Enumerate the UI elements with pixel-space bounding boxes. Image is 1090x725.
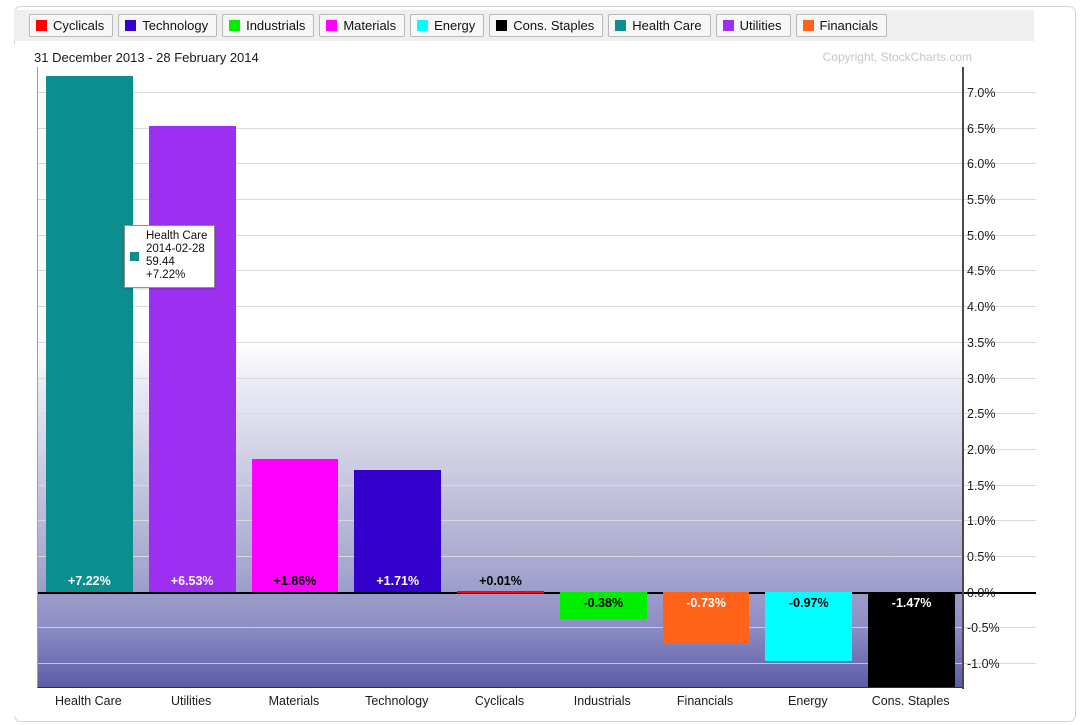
x-axis-label: Financials [676, 694, 734, 708]
y-axis-tick-label: 1.5% [967, 478, 996, 493]
y-axis-tick-label: 5.5% [967, 193, 996, 208]
color-swatch-icon [722, 20, 734, 31]
legend-item-energy[interactable]: Energy [410, 14, 485, 37]
x-axis-label: Health Care [55, 694, 122, 708]
legend-item-label: Cons. Staples [513, 18, 595, 33]
bar-value-label: -0.38% [583, 595, 624, 610]
bar-value-label: +1.86% [273, 573, 317, 588]
chart-title: 31 December 2013 - 28 February 2014 [34, 50, 259, 65]
color-swatch-icon [36, 20, 47, 31]
y-axis-tick-label: -1.0% [967, 657, 1000, 672]
gridline [38, 91, 962, 93]
chart-copyright: Copyright, StockCharts.com [822, 50, 972, 64]
color-swatch-icon [417, 20, 429, 31]
bar-value-label: -0.97% [789, 595, 829, 610]
x-axis-label: Materials [268, 694, 320, 708]
y-axis-tick-label: 6.5% [967, 121, 996, 136]
legend-item-financials[interactable]: Financials [795, 14, 888, 37]
color-swatch-icon [125, 20, 137, 31]
y-axis-tick-label: 0.0% [967, 585, 996, 600]
tooltip-value: 59.44 [146, 256, 175, 268]
y-axis-tick-label: 3.5% [967, 335, 996, 350]
bar-value-label: +6.53% [170, 573, 214, 588]
y-axis-tick-label: 6.0% [967, 157, 996, 172]
color-swatch-icon [326, 20, 338, 31]
y-axis-tick-label: 3.0% [967, 371, 996, 386]
x-axis-label: Cons. Staples [871, 694, 950, 708]
bar-value-label: -0.73% [686, 595, 726, 610]
y-axis: 7.0% 6.5% 6.0% 5.5% 5.0% 4.5% 4.0% 3.5% 3.0% 2.5%… [962, 67, 1036, 689]
y-axis-tick-label: 2.5% [967, 407, 996, 422]
legend-item-cons-staples[interactable]: Cons. Staples [489, 14, 604, 37]
y-axis-tick-label: 7.0% [967, 85, 996, 100]
legend-item-label: Materials [343, 18, 397, 33]
tooltip-date: 2014-02-28 [146, 243, 205, 255]
bar-materials[interactable] [251, 458, 339, 592]
bar-cyclicals[interactable] [457, 590, 544, 593]
legend-item-label: Health Care [632, 18, 702, 33]
legend-item-materials[interactable]: Materials [319, 14, 406, 37]
bar-value-label: +0.01% [479, 573, 522, 588]
chart-tooltip: Health Care 2014-02-28 59.44 +7.22% [124, 225, 216, 288]
gridline [38, 663, 962, 665]
legend-item-label: Utilities [739, 18, 782, 33]
bar-health-care[interactable] [45, 76, 133, 592]
y-axis-tick-label: -0.5% [967, 621, 1000, 636]
tooltip-text: Health Care 2014-02-28 59.44 +7.22% [146, 230, 207, 282]
y-axis-tick-label: 0.5% [967, 549, 996, 564]
tooltip-change: +7.22% [146, 269, 186, 281]
bar-value-label: -1.47% [891, 595, 932, 610]
legend-item-health-care[interactable]: Health Care [608, 14, 711, 37]
legend-item-label: Technology [142, 18, 209, 33]
y-axis-tick-label: 1.0% [967, 514, 996, 529]
y-axis-tick-label: 2.0% [967, 442, 996, 457]
plot-area[interactable]: +7.22% +6.53% +1.86% +1.71% +0.01% -0.38% -0.7… [37, 67, 962, 688]
color-swatch-icon [496, 20, 508, 31]
x-axis-label: Energy [788, 694, 828, 708]
legend-item-label: Cyclicals [53, 18, 105, 33]
y-axis-tick-label: 4.0% [967, 300, 996, 315]
legend-item-label: Industrials [246, 18, 306, 33]
x-axis-label: Technology [365, 694, 429, 708]
x-axis-label: Utilities [171, 694, 212, 708]
bar-value-label: +7.22% [68, 573, 111, 588]
color-swatch-icon [229, 20, 241, 31]
tooltip-color-swatch-icon [130, 251, 139, 261]
chart-legend: Cyclicals Technology Industrials Materials E… [14, 10, 1034, 41]
y-axis-tick-label: 5.0% [967, 228, 996, 243]
bar-value-label: +1.71% [376, 573, 420, 588]
color-swatch-icon [802, 20, 814, 31]
bar-utilities[interactable] [148, 125, 236, 592]
legend-item-label: Energy [434, 18, 476, 33]
x-axis-label: Cyclicals [474, 694, 525, 708]
legend-item-cyclicals[interactable]: Cyclicals [29, 14, 114, 37]
color-swatch-icon [615, 20, 627, 31]
legend-item-label: Financials [819, 18, 879, 33]
y-axis-tick-label: 4.5% [967, 264, 996, 279]
x-axis-label: Industrials [573, 694, 631, 708]
chart-panel: 31 December 2013 - 28 February 2014 Copy… [14, 44, 1036, 716]
legend-item-utilities[interactable]: Utilities [715, 14, 791, 37]
page-right-gutter [1076, 0, 1090, 725]
legend-item-technology[interactable]: Technology [118, 14, 218, 37]
tooltip-series-name: Health Care [146, 230, 208, 242]
legend-item-industrials[interactable]: Industrials [222, 14, 315, 37]
